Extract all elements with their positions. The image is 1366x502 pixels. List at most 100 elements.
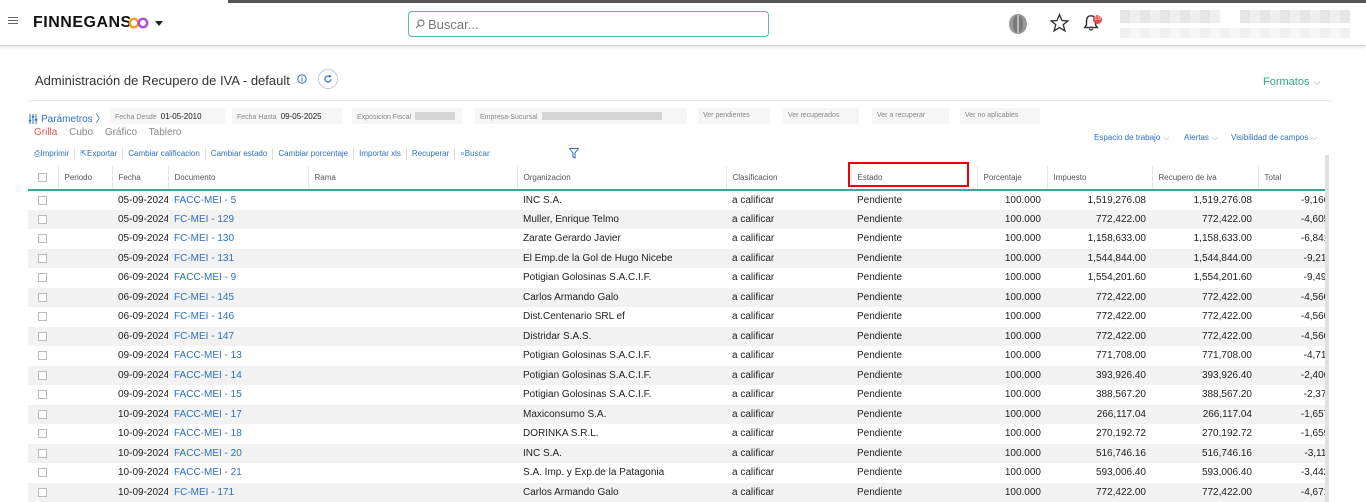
table-row[interactable]: 05-09-2024 FC-MEI - 131 El Emp.de la Gol d… — [28, 248, 1326, 268]
tab-tablero[interactable]: Tablero — [149, 127, 182, 138]
cambiar-estado-button[interactable]: Cambiar estado — [206, 148, 274, 160]
parametros-toggle[interactable]: Parámetros 〉 — [28, 110, 105, 125]
row-select-cell[interactable] — [28, 268, 58, 288]
col-header[interactable]: Porcentaje — [977, 166, 1048, 191]
select-all-checkbox[interactable] — [38, 173, 47, 183]
empresa-sucursal-filter[interactable]: Empresa-Sucursal — [475, 108, 687, 124]
table-row[interactable]: 10-09-2024 FACC-MEI - 18 DORINKA S.R.L. a c… — [28, 424, 1326, 444]
star-icon[interactable] — [1049, 13, 1070, 33]
table-row[interactable]: 10-09-2024 FACC-MEI - 20 INC S.A. a calific… — [28, 443, 1326, 463]
recuperar-button[interactable]: Recuperar — [407, 148, 456, 160]
row-select-cell[interactable] — [28, 482, 58, 502]
table-row[interactable]: 09-09-2024 FACC-MEI - 15 Potigian Golosina… — [28, 385, 1326, 405]
refresh-button[interactable] — [318, 69, 338, 89]
table-row[interactable]: 06-09-2024 FC-MEI - 147 Distridar S.A.S. a … — [28, 326, 1326, 346]
col-header[interactable]: Rama — [308, 166, 518, 191]
documento-link[interactable]: FACC-MEI - 13 — [168, 346, 308, 366]
row-select-cell[interactable] — [28, 424, 58, 444]
row-select-cell[interactable] — [28, 443, 58, 463]
row-checkbox[interactable] — [38, 312, 47, 322]
ver-no-aplicables-toggle[interactable]: Ver no aplicables — [960, 108, 1040, 124]
alertas-menu[interactable]: Alertas ⌵ — [1184, 133, 1218, 143]
info-icon[interactable] — [297, 74, 307, 84]
tab-grilla[interactable]: Grilla — [34, 127, 57, 138]
documento-link[interactable]: FC-MEI - 145 — [168, 287, 308, 307]
row-checkbox[interactable] — [38, 370, 47, 380]
fecha-hasta-filter[interactable]: Fecha Hasta 09-05-2025 — [232, 108, 342, 124]
documento-link[interactable]: FC-MEI - 146 — [168, 307, 308, 327]
documento-link[interactable]: FACC-MEI - 21 — [168, 463, 308, 483]
espacio-trabajo-menu[interactable]: Espacio de trabajo ⌵ — [1094, 133, 1169, 143]
col-header[interactable]: Periodo — [58, 166, 113, 191]
documento-link[interactable]: FACC-MEI - 17 — [168, 404, 308, 424]
table-row[interactable]: 10-09-2024 FC-MEI - 171 Carlos Armando Gal… — [28, 482, 1326, 502]
vertical-scrollbar[interactable] — [1325, 155, 1329, 502]
row-select-cell[interactable] — [28, 365, 58, 385]
documento-link[interactable]: FC-MEI - 171 — [168, 482, 308, 502]
search-input[interactable] — [428, 16, 758, 33]
row-select-cell[interactable] — [28, 326, 58, 346]
documento-link[interactable]: FACC-MEI - 18 — [168, 424, 308, 444]
documento-link[interactable]: FC-MEI - 130 — [168, 229, 308, 249]
row-checkbox[interactable] — [38, 273, 47, 283]
buscar-button[interactable]: ⌕Buscar — [455, 148, 494, 160]
exportar-button[interactable]: ⇱Exportar — [75, 148, 124, 160]
formatos-menu[interactable]: Formatos ⌵ — [1263, 76, 1320, 88]
row-checkbox[interactable] — [38, 409, 47, 419]
row-checkbox[interactable] — [38, 234, 47, 244]
documento-link[interactable]: FACC-MEI - 5 — [168, 190, 308, 210]
importar-xls-button[interactable]: Importar xls — [354, 148, 407, 160]
row-select-cell[interactable] — [28, 209, 58, 229]
ver-pendientes-toggle[interactable]: Ver pendientes — [698, 108, 770, 124]
documento-link[interactable]: FACC-MEI - 9 — [168, 268, 308, 288]
documento-link[interactable]: FACC-MEI - 14 — [168, 365, 308, 385]
assistant-orb-icon[interactable] — [1007, 13, 1029, 35]
row-checkbox[interactable] — [38, 390, 47, 400]
row-checkbox[interactable] — [38, 429, 47, 439]
documento-link[interactable]: FC-MEI - 131 — [168, 248, 308, 268]
col-header[interactable]: Total — [1258, 166, 1326, 191]
row-select-cell[interactable] — [28, 463, 58, 483]
table-row[interactable]: 05-09-2024 FC-MEI - 130 Zarate Gerardo Jav… — [28, 229, 1326, 249]
documento-link[interactable]: FC-MEI - 129 — [168, 209, 308, 229]
col-header[interactable]: Clasificacion — [726, 166, 852, 191]
row-checkbox[interactable] — [38, 253, 47, 263]
col-header[interactable]: Fecha — [112, 166, 169, 191]
menu-icon[interactable] — [8, 17, 18, 26]
row-select-cell[interactable] — [28, 190, 58, 210]
search-box[interactable] — [408, 11, 769, 37]
row-select-cell[interactable] — [28, 385, 58, 405]
table-row[interactable]: 09-09-2024 FACC-MEI - 13 Potigian Golosina… — [28, 346, 1326, 366]
documento-link[interactable]: FACC-MEI - 15 — [168, 385, 308, 405]
documento-link[interactable]: FACC-MEI - 20 — [168, 443, 308, 463]
col-header[interactable]: Impuesto — [1047, 166, 1153, 191]
cambiar-calificacion-button[interactable]: Cambiar calificacion — [123, 148, 206, 160]
row-checkbox[interactable] — [38, 214, 47, 224]
tab-grafico[interactable]: Gráfico — [105, 127, 137, 138]
table-row[interactable]: 10-09-2024 FACC-MEI - 21 S.A. Imp. y Exp.d… — [28, 463, 1326, 483]
cambiar-porcentaje-button[interactable]: Cambiar porcentaje — [273, 148, 355, 160]
tab-cubo[interactable]: Cubo — [69, 127, 93, 138]
col-header[interactable]: Estado — [851, 166, 978, 191]
table-row[interactable]: 06-09-2024 FC-MEI - 145 Carlos Armando Gal… — [28, 287, 1326, 307]
col-header[interactable]: Organizacion — [517, 166, 727, 191]
table-row[interactable]: 05-09-2024 FC-MEI - 129 Muller, Enrique Te… — [28, 209, 1326, 229]
row-checkbox[interactable] — [38, 331, 47, 341]
row-checkbox[interactable] — [38, 448, 47, 458]
row-checkbox[interactable] — [38, 487, 47, 497]
row-select-cell[interactable] — [28, 346, 58, 366]
row-checkbox[interactable] — [38, 195, 47, 205]
table-row[interactable]: 05-09-2024 FACC-MEI - 5 INC S.A. a califica… — [28, 190, 1326, 210]
documento-link[interactable]: FC-MEI - 147 — [168, 326, 308, 346]
ver-a-recuperar-toggle[interactable]: Ver a recuperar — [872, 108, 949, 124]
row-select-cell[interactable] — [28, 404, 58, 424]
fecha-desde-filter[interactable]: Fecha Desde 01-05-2010 — [110, 108, 225, 124]
table-row[interactable]: 09-09-2024 FACC-MEI - 14 Potigian Golosina… — [28, 365, 1326, 385]
col-header[interactable]: Documento — [168, 166, 309, 191]
row-select-cell[interactable] — [28, 248, 58, 268]
table-row[interactable]: 06-09-2024 FACC-MEI - 9 Potigian Golosinas… — [28, 268, 1326, 288]
select-all-header[interactable] — [28, 166, 59, 191]
col-header[interactable]: Recupero de iva — [1152, 166, 1259, 191]
row-select-cell[interactable] — [28, 229, 58, 249]
brand-logo[interactable]: FINNEGANS — [33, 14, 132, 32]
